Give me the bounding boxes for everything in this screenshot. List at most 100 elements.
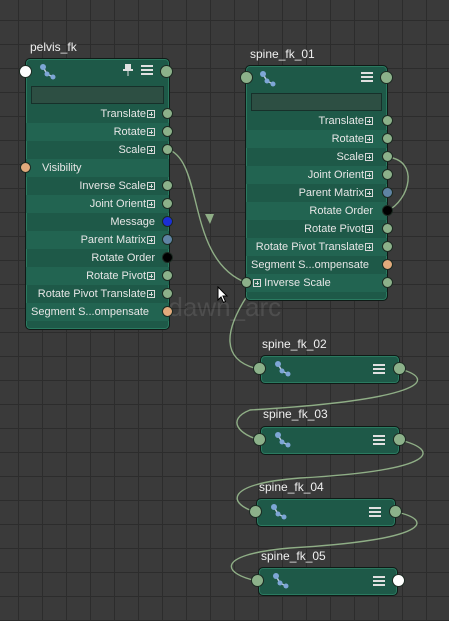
attr-row-parent-matrix[interactable]: Parent Matrix <box>26 231 169 249</box>
port-joint-orient[interactable] <box>162 198 173 209</box>
attr-row-joint-orient[interactable]: Joint Orient <box>246 166 387 184</box>
port-rotate-order[interactable] <box>162 252 173 263</box>
expand-icon[interactable] <box>147 110 155 119</box>
port-inverse-scale[interactable] <box>162 180 173 191</box>
menu-icon[interactable] <box>141 65 153 76</box>
node-title-spine01[interactable]: spine_fk_01 <box>250 47 315 61</box>
node-title-spine03[interactable]: spine_fk_03 <box>263 407 328 421</box>
node-title-spine04[interactable]: spine_fk_04 <box>259 480 324 494</box>
attr-row-segment-scale-compensate[interactable]: Segment S...ompensate <box>246 256 387 274</box>
joint-icon <box>273 573 289 589</box>
attr-row-joint-orient[interactable]: Joint Orient <box>26 195 169 213</box>
input-port[interactable] <box>249 505 262 518</box>
expand-icon[interactable] <box>365 189 373 198</box>
attr-row-translate[interactable]: Translate <box>246 112 387 130</box>
input-port[interactable] <box>253 433 266 446</box>
expand-icon[interactable] <box>365 153 373 162</box>
menu-icon[interactable] <box>373 435 385 446</box>
port-rotate-pivot[interactable] <box>382 223 393 234</box>
node-spine-fk-04[interactable] <box>256 498 396 527</box>
port-rotate-pivot-translate[interactable] <box>162 288 173 299</box>
port-parent-matrix[interactable] <box>162 234 173 245</box>
input-port[interactable] <box>253 362 266 375</box>
joint-icon <box>271 504 287 520</box>
expand-icon[interactable] <box>147 182 155 191</box>
node-spine-fk-05[interactable] <box>258 567 398 596</box>
joint-icon <box>260 71 276 87</box>
expand-icon[interactable] <box>365 225 373 234</box>
menu-icon[interactable] <box>361 72 373 83</box>
attr-row-rotate-pivot[interactable]: Rotate Pivot <box>246 220 387 238</box>
port-rotate[interactable] <box>382 133 393 144</box>
node-pelvis-fk[interactable]: Translate Rotate Scale Visibility Invers… <box>25 58 170 330</box>
port-message[interactable] <box>162 216 173 227</box>
attr-row-message[interactable]: Message <box>26 213 169 231</box>
port-segment-scale-compensate[interactable] <box>382 259 393 270</box>
attr-row-rotate-order[interactable]: Rotate Order <box>26 249 169 267</box>
attr-row-rotate-order[interactable]: Rotate Order <box>246 202 387 220</box>
attr-row-translate[interactable]: Translate <box>26 105 169 123</box>
expand-icon[interactable] <box>253 279 261 288</box>
expand-icon[interactable] <box>365 171 373 180</box>
menu-icon[interactable] <box>373 576 385 587</box>
port-scale[interactable] <box>162 144 173 155</box>
attr-row-inverse-scale[interactable]: Inverse Scale <box>246 274 387 292</box>
port-translate[interactable] <box>382 115 393 126</box>
pin-icon[interactable] <box>123 64 133 76</box>
port-inverse-scale-in[interactable] <box>241 277 252 288</box>
output-port[interactable] <box>393 433 406 446</box>
expand-icon[interactable] <box>147 272 155 281</box>
port-translate[interactable] <box>162 108 173 119</box>
attr-row-rotate[interactable]: Rotate <box>26 123 169 141</box>
menu-icon[interactable] <box>369 507 381 518</box>
input-port[interactable] <box>251 574 264 587</box>
node-header <box>246 66 387 90</box>
output-port[interactable] <box>393 362 406 375</box>
input-port[interactable] <box>240 71 253 84</box>
output-port[interactable] <box>380 71 393 84</box>
expand-icon[interactable] <box>147 200 155 209</box>
node-title-spine02[interactable]: spine_fk_02 <box>262 337 327 351</box>
expand-icon[interactable] <box>147 128 155 137</box>
attr-row-scale[interactable]: Scale <box>26 141 169 159</box>
expand-icon[interactable] <box>147 146 155 155</box>
menu-icon[interactable] <box>373 364 385 375</box>
node-header <box>26 59 169 83</box>
input-port[interactable] <box>19 65 32 78</box>
attr-row-rotate-pivot-translate[interactable]: Rotate Pivot Translate <box>246 238 387 256</box>
output-port[interactable] <box>389 505 402 518</box>
expand-icon[interactable] <box>147 290 155 299</box>
port-segment-scale-compensate[interactable] <box>162 306 173 317</box>
attr-row-rotate[interactable]: Rotate <box>246 130 387 148</box>
output-port[interactable] <box>392 574 405 587</box>
expand-icon[interactable] <box>365 243 373 252</box>
expand-icon[interactable] <box>365 135 373 144</box>
port-rotate[interactable] <box>162 126 173 137</box>
attribute-filter-field[interactable] <box>251 93 382 111</box>
node-title-pelvis[interactable]: pelvis_fk <box>30 40 77 54</box>
port-parent-matrix[interactable] <box>382 187 393 198</box>
port-rotate-pivot[interactable] <box>162 270 173 281</box>
port-rotate-pivot-translate[interactable] <box>382 241 393 252</box>
attr-row-rotate-pivot[interactable]: Rotate Pivot <box>26 267 169 285</box>
port-joint-orient[interactable] <box>382 169 393 180</box>
node-title-spine05[interactable]: spine_fk_05 <box>261 549 326 563</box>
output-port[interactable] <box>160 65 173 78</box>
port-rotate-order[interactable] <box>382 205 393 216</box>
node-spine-fk-01[interactable]: Translate Rotate Scale Joint Orient Pare… <box>245 65 388 301</box>
attr-row-visibility[interactable]: Visibility <box>26 159 169 177</box>
expand-icon[interactable] <box>147 236 155 245</box>
port-inverse-scale-out[interactable] <box>382 277 393 288</box>
attr-row-segment-scale-compensate[interactable]: Segment S...ompensate <box>26 303 169 321</box>
attr-row-inverse-scale[interactable]: Inverse Scale <box>26 177 169 195</box>
attr-row-scale[interactable]: Scale <box>246 148 387 166</box>
joint-icon <box>275 432 291 448</box>
expand-icon[interactable] <box>365 117 373 126</box>
node-spine-fk-02[interactable] <box>260 355 400 384</box>
port-scale[interactable] <box>382 151 393 162</box>
node-spine-fk-03[interactable] <box>260 426 400 455</box>
attribute-filter-field[interactable] <box>31 86 164 104</box>
attr-row-parent-matrix[interactable]: Parent Matrix <box>246 184 387 202</box>
attr-row-rotate-pivot-translate[interactable]: Rotate Pivot Translate <box>26 285 169 303</box>
port-visibility[interactable] <box>20 162 31 173</box>
